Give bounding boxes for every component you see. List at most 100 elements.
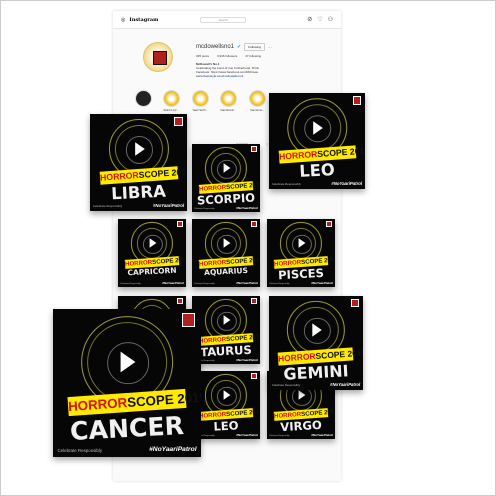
heart-icon[interactable]: ♡ xyxy=(317,16,322,23)
play-icon[interactable] xyxy=(298,390,306,401)
highlight-cover xyxy=(134,90,152,107)
play-icon[interactable] xyxy=(223,163,231,174)
camera-icon[interactable]: ◎ xyxy=(121,17,125,23)
banner-red-text: HORROR xyxy=(67,395,128,415)
username: mcdowellsno1 xyxy=(196,44,235,50)
brand-logo xyxy=(177,221,184,228)
banner-text: SCOPE 2019 xyxy=(225,408,260,418)
celebrate-responsibly-text: Celebrate Responsibly xyxy=(92,204,123,209)
horoscope-post-card[interactable]: HORRORSCOPE 2019 CANCER Celebrate Respon… xyxy=(53,309,201,457)
hashtag: #NoYaariPatrol xyxy=(236,432,258,437)
story-highlight[interactable] xyxy=(133,90,153,109)
profile-icon[interactable]: ⚇ xyxy=(328,16,333,23)
more-options-button[interactable]: ··· xyxy=(268,45,272,50)
brand-logo xyxy=(177,298,184,305)
highlight-label: Yaari Hat Hi... xyxy=(192,109,208,112)
horoscope-post-card[interactable]: HORRORSCOPE 2019 SCORPIO Celebrate Respo… xyxy=(192,144,260,212)
banner-text: SCOPE 2019 xyxy=(225,333,260,343)
posts-count: 335 posts xyxy=(196,54,210,58)
banner-text: SCOPE 2019 xyxy=(225,256,260,266)
story-highlight[interactable]: Yaari Hat Hi... xyxy=(190,90,210,112)
play-icon[interactable] xyxy=(149,238,157,249)
play-icon[interactable] xyxy=(134,142,145,156)
celebrate-responsibly-text: Celebrate Responsibly xyxy=(269,282,290,285)
horoscope-post-card[interactable]: HORRORSCOPE 2019 LIBRA Celebrate Respons… xyxy=(90,114,187,211)
celebrate-responsibly-text: Celebrate Responsibly xyxy=(269,434,290,437)
horoscope-post-card[interactable]: HORRORSCOPE 2019 CAPRICORN Celebrate Res… xyxy=(118,219,186,287)
zodiac-sign-label: AQUARIUS xyxy=(203,266,249,278)
play-icon[interactable] xyxy=(312,323,322,337)
celebrate-responsibly-text: Celebrate Responsibly xyxy=(57,447,103,453)
banner-text: SCOPE 2019 xyxy=(151,256,186,266)
horoscope-post-card[interactable]: HORRORSCOPE 2019 GEMINI Celebrate Respon… xyxy=(269,296,363,390)
hashtag: #NoYaariPatrol xyxy=(153,203,185,209)
verified-badge-icon: ✔ xyxy=(237,44,242,50)
zodiac-sign-label: CANCER xyxy=(69,411,185,447)
banner-text: SCOPE 2019 xyxy=(138,167,187,181)
play-icon[interactable] xyxy=(120,351,136,373)
brand-logo xyxy=(251,146,258,153)
highlight-cover xyxy=(219,90,237,107)
banner-text: SCOPE 2019 xyxy=(316,145,365,160)
instagram-logo[interactable]: Instagram xyxy=(129,17,158,23)
hashtag: #NoYaariPatrol xyxy=(236,205,258,210)
celebrate-responsibly-text: Celebrate Responsibly xyxy=(271,182,301,187)
zodiac-sign-label: GEMINI xyxy=(282,361,350,384)
hashtag: #NoYaariPatrol xyxy=(162,280,184,285)
hashtag: #NoYaariPatrol xyxy=(311,432,333,437)
banner-text: SCOPE 2019 xyxy=(300,408,335,418)
hashtag: #NoYaariPatrol xyxy=(311,280,333,285)
banner-text: SCOPE 2019 xyxy=(126,390,201,411)
horoscope-post-card[interactable]: HORRORSCOPE 2019 LEO Celebrate Responsib… xyxy=(269,93,365,189)
banner-text: SCOPE 2019 xyxy=(300,256,335,266)
bio-link[interactable]: www.liveinstyle.com/mcdowells-no1 xyxy=(196,74,336,78)
bio: McDowell's No.1 Celebrating the bond of … xyxy=(196,62,336,78)
play-icon[interactable] xyxy=(298,238,306,249)
horoscope-post-card[interactable]: HORRORSCOPE 2019 AQUARIUS Celebrate Resp… xyxy=(192,219,260,287)
brand-logo xyxy=(174,116,184,126)
story-highlight[interactable]: Yaari Retroh... xyxy=(218,90,238,112)
following-button[interactable]: Following xyxy=(244,43,265,51)
story-highlight[interactable]: Road to Lyf... xyxy=(161,90,181,112)
highlight-label: Road to Lyf... xyxy=(163,109,179,112)
play-icon[interactable] xyxy=(223,390,231,401)
highlight-label: Yaari Retroh... xyxy=(220,109,236,112)
banner-red-text: HORROR xyxy=(278,350,317,364)
celebrate-responsibly-text: Celebrate Responsibly xyxy=(120,282,141,285)
hashtag: #NoYaariPatrol xyxy=(149,445,197,453)
hashtag: #NoYaariPatrol xyxy=(330,382,361,388)
horoscope-post-card[interactable]: HORRORSCOPE 2019 TAURUS Celebrate Respon… xyxy=(192,296,260,364)
zodiac-sign-label: LEO xyxy=(298,160,336,182)
compass-icon[interactable]: ⊘ xyxy=(307,16,312,23)
zodiac-sign-label: LIBRA xyxy=(110,181,167,204)
brand-logo xyxy=(352,95,362,105)
highlight-cover xyxy=(191,90,209,107)
followers-count[interactable]: 3,946 followers xyxy=(217,54,237,58)
banner-text: SCOPE 2019 xyxy=(315,347,363,361)
avatar[interactable] xyxy=(143,42,173,72)
hashtag: #NoYaariPatrol xyxy=(236,357,258,362)
brand-logo xyxy=(181,313,196,327)
hashtag: #NoYaariPatrol xyxy=(236,280,258,285)
hashtag: #NoYaariPatrol xyxy=(331,181,363,187)
search-input[interactable]: Search xyxy=(200,16,247,23)
banner-red-text: HORROR xyxy=(99,170,139,184)
brand-logo xyxy=(251,373,258,380)
brand-logo xyxy=(251,221,258,228)
celebrate-responsibly-text: Celebrate Responsibly xyxy=(194,282,215,285)
brand-logo xyxy=(350,298,360,308)
story-highlight[interactable]: Yaari Anniv... xyxy=(247,90,267,112)
play-icon[interactable] xyxy=(223,238,231,249)
banner-red-text: HORROR xyxy=(278,149,318,162)
highlight-cover xyxy=(248,90,266,107)
following-count[interactable]: 47 following xyxy=(245,54,261,58)
play-icon[interactable] xyxy=(313,120,323,135)
play-icon[interactable] xyxy=(223,315,231,326)
celebrate-responsibly-text: Celebrate Responsibly xyxy=(271,383,301,388)
celebrate-responsibly-text: Celebrate Responsibly xyxy=(194,207,215,210)
brand-logo xyxy=(326,221,333,228)
horoscope-post-card[interactable]: HORRORSCOPE 2019 PISCES Celebrate Respon… xyxy=(267,219,335,287)
banner-text: SCOPE 2019 xyxy=(225,181,260,191)
highlight-cover xyxy=(162,90,180,107)
horoscope-post-card[interactable]: HORRORSCOPE 2019 LEO Celebrate Responsib… xyxy=(192,371,260,439)
